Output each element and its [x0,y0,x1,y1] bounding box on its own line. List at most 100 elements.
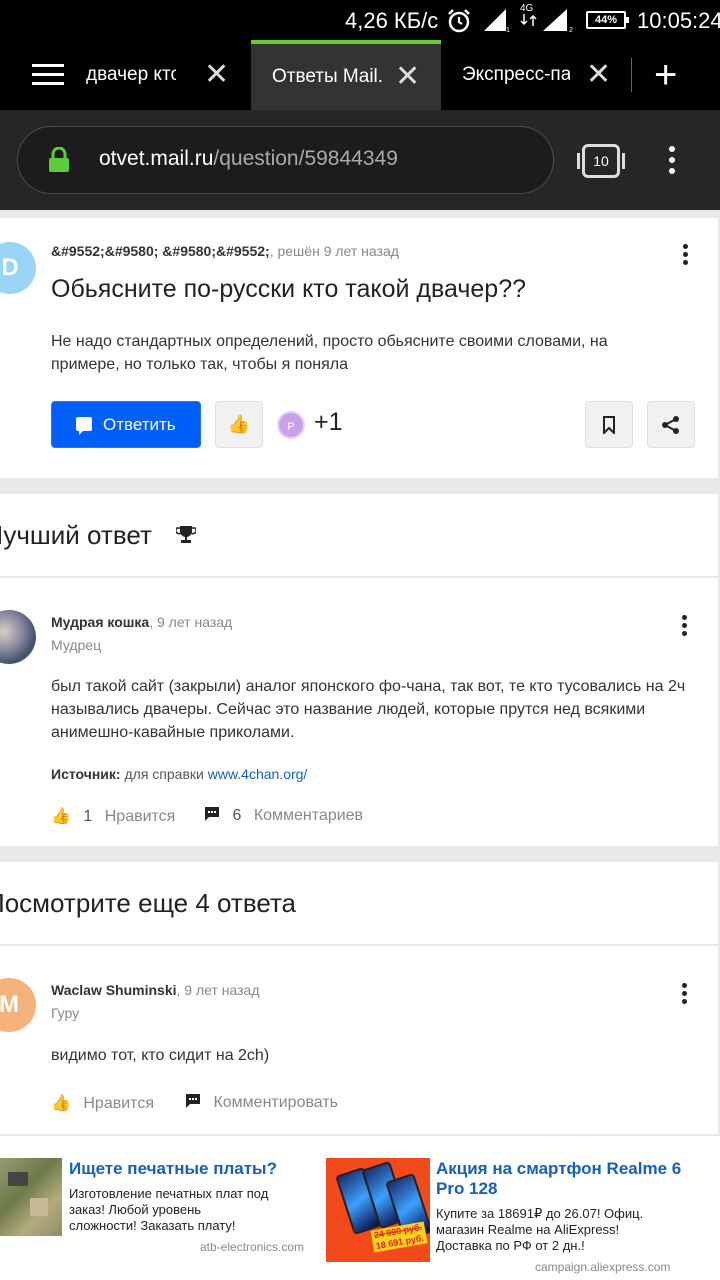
question-body: Не надо стандартных определений, просто … [51,333,608,373]
battery-indicator: 44% [586,11,629,29]
source-link[interactable]: www.4chan.org/ [208,766,308,782]
tab-title: Экспресс-панель [462,64,570,85]
share-icon [662,416,679,434]
best-answer-heading-block: Лучший ответ [0,494,718,576]
like-label: Нравится [104,808,176,825]
browser-tab-bar: двачер кто это ✕ Ответы Mail.ru ✕ Экспре… [0,40,720,110]
signal-2-icon: 2 [543,9,575,38]
likes-count: +1 [314,408,343,436]
close-tab-icon[interactable]: ✕ [395,44,420,110]
thumbs-up-icon: 👍 [51,808,71,825]
ad-title[interactable]: Акция на смартфон Realme 6 Pro 128 [436,1159,706,1199]
status-bar: 4,26 КБ/с 1 4G 2 44% 10:05:24 [0,0,720,40]
url-host: otvet.mail.ru [99,147,214,170]
answer-time: , 9 лет назад [176,982,260,998]
thumbs-up-icon: 👍 [227,414,251,434]
answer-card: M Waclaw Shuminski, 9 лет назад Гуру вид… [0,946,718,1134]
ad-block: Ищете печатные платы? Изготовление печат… [0,1136,720,1280]
url-path: /question/59844349 [213,147,398,170]
author-name[interactable]: &#9552;&#9580; &#9580;&#9552; [51,243,270,259]
browser-menu-icon[interactable] [669,146,677,179]
ad-source[interactable]: atb-electronics.com [200,1240,304,1254]
like-action[interactable]: 👍 Нравится [51,1093,154,1113]
answer-button-label: Ответить [103,415,176,434]
question-meta: &#9552;&#9580; &#9580;&#9552;, решён 9 л… [51,243,399,259]
like-label: Нравится [83,1095,154,1112]
best-answer-heading: Лучший ответ [0,520,152,550]
avatar[interactable] [0,610,36,664]
clock: 10:05:24 [637,8,720,33]
more-options-icon[interactable] [682,983,688,1007]
tab-title: двачер кто это [86,64,176,85]
answer-body: видимо тот, кто сидит на 2ch) [51,1047,270,1064]
network-type: 4G [520,4,538,29]
comments-count: 6 [232,807,242,824]
source-label: Источник: [51,766,121,782]
browser-tab-3[interactable]: Экспресс-панель ✕ [462,40,622,110]
more-answers-heading-block: Посмотрите еще 4 ответа [0,862,718,944]
ad-text: Купите за 18691₽ до 26.07! Офиц. магазин… [436,1206,644,1253]
avatar[interactable]: M [0,978,36,1032]
url-field[interactable]: otvet.mail.ru/question/59844349 [17,126,554,194]
tab-divider [631,58,632,92]
more-options-icon[interactable] [682,615,688,639]
author-name[interactable]: Waclaw Shuminski [51,982,177,998]
like-button[interactable]: 👍 [215,401,263,448]
ad-image-circuit-board[interactable] [0,1158,62,1236]
alarm-icon [446,8,472,39]
trophy-icon [175,524,197,550]
ad-source[interactable]: campaign.aliexpress.com [535,1260,670,1274]
comment-icon [186,1094,200,1108]
tab-title: Ответы Mail.ru [272,66,384,87]
ad-image-smartphone[interactable]: 24 990 руб. 18 691 руб. [326,1158,430,1262]
network-type-label: 4G [520,3,534,14]
signal-1-icon: 1 [484,9,510,38]
bookmark-button[interactable] [585,401,633,448]
answer-time: , 9 лет назад [149,614,233,630]
close-tab-icon[interactable]: ✕ [204,40,229,110]
liker-avatar[interactable]: P [277,411,305,439]
bookmark-icon [603,416,615,436]
source-text: для справки [124,766,208,782]
ad-text: Изготовление печатных плат под заказ! Лю… [69,1186,269,1233]
lock-icon [48,146,70,178]
more-options-icon[interactable] [683,244,689,268]
share-button[interactable] [647,401,695,448]
new-tab-plus-icon[interactable]: + [654,40,677,110]
avatar[interactable]: D [0,242,36,294]
tab-switcher-button[interactable]: 10 [577,144,625,178]
author-rank: Мудрец [51,637,102,653]
comment-action[interactable]: Комментировать [185,1093,338,1112]
svg-text:2: 2 [569,27,573,33]
network-speed: 4,26 КБ/с [345,8,439,33]
answer-meta: Waclaw Shuminski, 9 лет назад [51,982,260,998]
url-text: otvet.mail.ru/question/59844349 [99,147,398,171]
question-status: , решён 9 лет назад [269,243,399,259]
question-title: Обьясните по-русски кто такой двачер?? [51,275,526,303]
answer-meta: Мудрая кошка, 9 лет назад [51,614,232,630]
close-tab-icon[interactable]: ✕ [586,40,611,110]
author-name[interactable]: Мудрая кошка [51,614,149,630]
best-answer-card: Мудрая кошка, 9 лет назад Мудрец был так… [0,578,718,846]
likes-count: 1 [83,808,93,825]
thumbs-up-icon: 👍 [51,1095,71,1112]
comment-label: Комментировать [213,1094,338,1111]
page: 4,26 КБ/с 1 4G 2 44% 10:05:24 двачер кто… [0,0,720,1280]
author-rank: Гуру [51,1005,80,1021]
browser-tab-2-active[interactable]: Ответы Mail.ru ✕ [251,40,441,110]
answer-body: был такой сайт (закрыли) аналог японског… [51,678,686,741]
comments-action[interactable]: 6 Комментариев [204,806,363,825]
answer-source: Источник: для справки www.4chan.org/ [51,766,307,782]
answer-button[interactable]: Ответить [51,401,201,448]
svg-text:1: 1 [506,27,510,33]
hamburger-menu-icon[interactable] [32,64,64,86]
ad-title[interactable]: Ищете печатные платы? [69,1159,309,1179]
address-bar: otvet.mail.ru/question/59844349 10 [0,110,720,210]
browser-tab-1[interactable]: двачер кто это ✕ [86,40,246,110]
comment-icon [76,417,92,435]
more-answers-heading[interactable]: Посмотрите еще 4 ответа [0,888,296,919]
like-action[interactable]: 👍 1 Нравится [51,806,175,826]
question-card: D &#9552;&#9580; &#9580;&#9552;, решён 9… [0,218,718,478]
comments-label: Комментариев [253,807,364,824]
comment-icon [205,807,219,821]
